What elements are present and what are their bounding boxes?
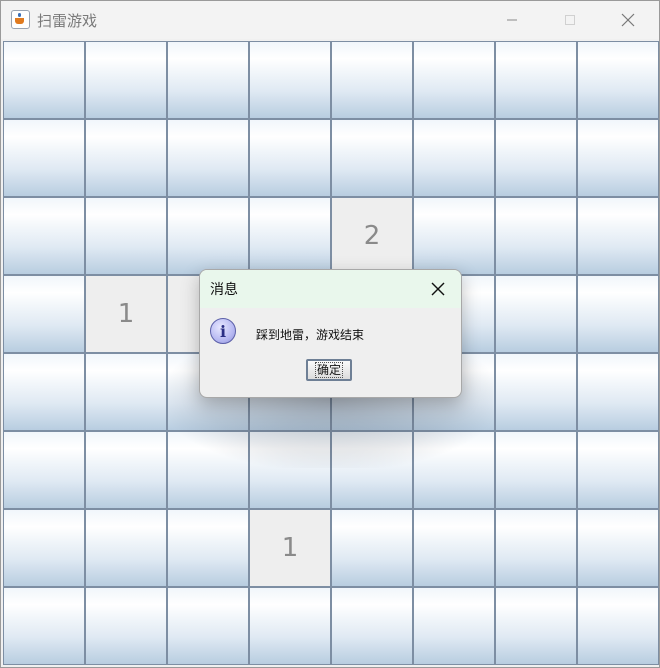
board-cell[interactable] <box>85 197 167 275</box>
board-cell[interactable] <box>85 353 167 431</box>
dialog-title-bar[interactable]: 消息 <box>200 270 461 308</box>
java-cup-icon <box>11 10 30 29</box>
board-cell[interactable] <box>413 197 495 275</box>
board-cell[interactable] <box>495 119 577 197</box>
board-cell[interactable]: 1 <box>249 509 331 587</box>
board-cell[interactable] <box>413 587 495 665</box>
board-cell[interactable] <box>331 587 413 665</box>
board-cell[interactable] <box>3 197 85 275</box>
board-cell[interactable] <box>167 119 249 197</box>
maximize-button[interactable] <box>541 1 599 39</box>
board-cell[interactable] <box>249 119 331 197</box>
board-cell[interactable] <box>577 587 659 665</box>
board-cell[interactable] <box>249 41 331 119</box>
board-cell[interactable] <box>413 509 495 587</box>
board-cell[interactable] <box>85 587 167 665</box>
dialog-title: 消息 <box>210 282 238 298</box>
board-cell[interactable] <box>495 197 577 275</box>
window-title: 扫雷游戏 <box>37 12 98 30</box>
board-cell[interactable] <box>167 41 249 119</box>
board-cell[interactable] <box>577 197 659 275</box>
board-cell[interactable] <box>85 431 167 509</box>
board-cell[interactable] <box>495 41 577 119</box>
board-cell[interactable] <box>3 119 85 197</box>
board-cell[interactable]: 2 <box>331 197 413 275</box>
board-cell[interactable] <box>577 509 659 587</box>
board-cell[interactable] <box>495 431 577 509</box>
minimize-icon <box>507 19 517 21</box>
board-cell[interactable] <box>249 197 331 275</box>
ok-button[interactable]: 确定 <box>306 359 352 381</box>
board-cell[interactable] <box>331 119 413 197</box>
board-cell[interactable] <box>495 587 577 665</box>
board-cell[interactable] <box>3 431 85 509</box>
ok-button-label: 确定 <box>314 362 343 378</box>
board-cell[interactable]: 1 <box>85 275 167 353</box>
title-bar[interactable]: 扫雷游戏 <box>1 1 659 39</box>
dialog-message: 踩到地雷，游戏结束 <box>256 328 365 342</box>
close-icon <box>621 13 635 27</box>
board-cell[interactable] <box>249 587 331 665</box>
board-cell[interactable] <box>331 41 413 119</box>
board-cell[interactable] <box>495 509 577 587</box>
board-cell[interactable] <box>577 119 659 197</box>
maximize-icon <box>565 15 575 25</box>
board-cell[interactable] <box>495 275 577 353</box>
board-cell[interactable] <box>331 509 413 587</box>
board-cell[interactable] <box>413 119 495 197</box>
close-icon <box>431 282 445 296</box>
board-cell[interactable] <box>577 275 659 353</box>
board-cell[interactable] <box>167 509 249 587</box>
minimize-button[interactable] <box>483 1 541 39</box>
board-cell[interactable] <box>85 509 167 587</box>
board-cell[interactable] <box>3 275 85 353</box>
board-cell[interactable] <box>3 41 85 119</box>
board-cell[interactable] <box>577 431 659 509</box>
board-cell[interactable] <box>167 197 249 275</box>
info-icon: i <box>210 318 236 344</box>
message-dialog: 消息 i 踩到地雷，游戏结束 确定 <box>199 269 462 398</box>
board-cell[interactable] <box>85 119 167 197</box>
board-cell[interactable] <box>85 41 167 119</box>
board-cell[interactable] <box>3 587 85 665</box>
board-cell[interactable] <box>577 41 659 119</box>
board-cell[interactable] <box>3 353 85 431</box>
dialog-close-button[interactable] <box>428 279 448 299</box>
board-cell[interactable] <box>495 353 577 431</box>
board-cell[interactable] <box>413 41 495 119</box>
close-button[interactable] <box>599 1 657 39</box>
board-cell[interactable] <box>3 509 85 587</box>
board-cell[interactable] <box>167 587 249 665</box>
board-cell[interactable] <box>577 353 659 431</box>
